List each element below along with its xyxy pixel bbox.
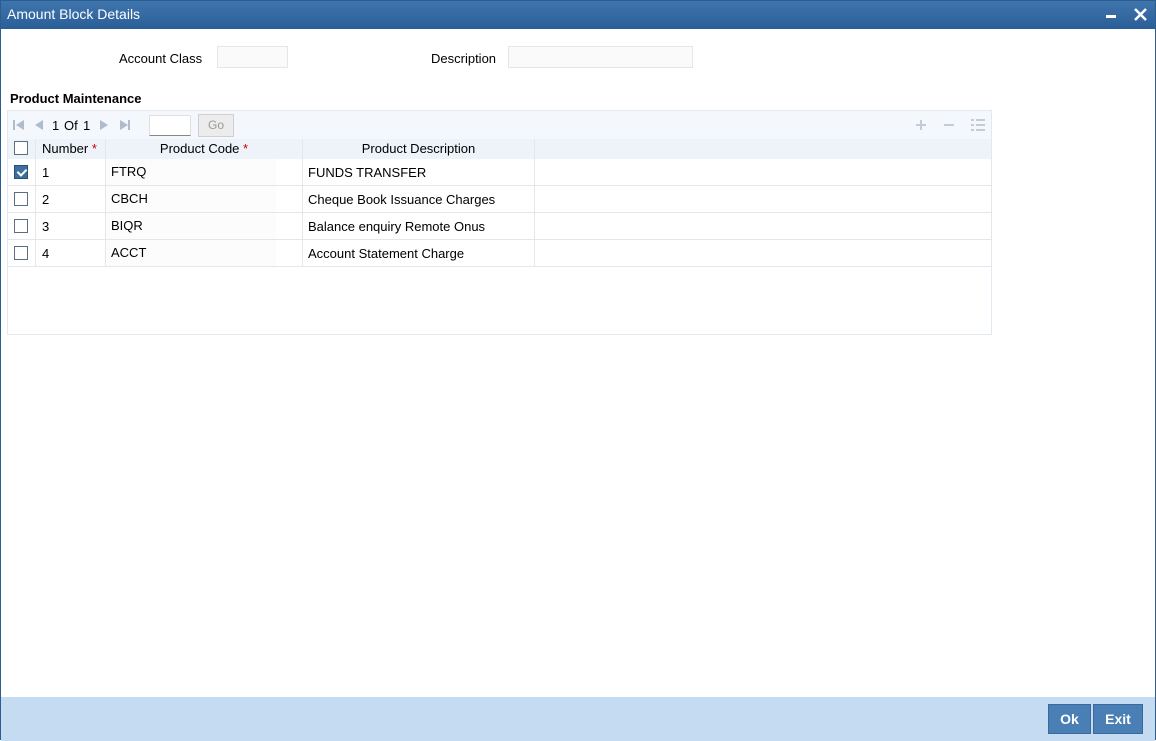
window-title: Amount Block Details: [7, 6, 141, 22]
required-marker: *: [91, 141, 97, 156]
row-divider: [991, 159, 992, 185]
last-page-icon[interactable]: [119, 119, 131, 134]
total-pages: 1: [83, 118, 91, 133]
close-icon[interactable]: [1130, 4, 1152, 26]
row-divider: [35, 213, 36, 239]
table-row[interactable]: 2 CBCH Cheque Book Issuance Charges: [8, 186, 992, 213]
previous-page-icon[interactable]: [33, 119, 45, 134]
add-row-icon[interactable]: [915, 119, 927, 134]
amount-block-details-window: Amount Block Details Account Class Descr…: [0, 0, 1156, 741]
row-checkbox[interactable]: [14, 246, 28, 260]
product-maintenance-grid: 1 Of 1 Go Number * Product Code * Produc…: [7, 110, 992, 335]
exit-button[interactable]: Exit: [1093, 704, 1143, 734]
description-label: Description: [431, 51, 497, 66]
footer-bar: Ok Exit: [1, 697, 1155, 741]
row-divider: [302, 159, 303, 185]
row-divider: [35, 240, 36, 266]
single-view-icon[interactable]: [971, 119, 985, 134]
number-header-label: Number: [42, 141, 89, 156]
product-code-input[interactable]: CBCH: [106, 186, 276, 212]
product-description: Balance enquiry Remote Onus: [308, 219, 486, 234]
product-maintenance-title: Product Maintenance: [10, 91, 142, 106]
column-header-number[interactable]: Number *: [42, 139, 97, 159]
product-code-input[interactable]: FTRQ: [106, 159, 276, 185]
header-divider: [534, 139, 535, 159]
required-marker: *: [243, 141, 249, 156]
description-input[interactable]: [508, 46, 693, 68]
row-checkbox[interactable]: [14, 219, 28, 233]
account-class-label: Account Class: [119, 51, 203, 66]
ok-button[interactable]: Ok: [1048, 704, 1091, 734]
row-checkbox[interactable]: [14, 192, 28, 206]
row-divider: [991, 240, 992, 266]
product-code-header-label: Product Code: [159, 141, 240, 156]
row-divider: [302, 213, 303, 239]
next-page-icon[interactable]: [98, 119, 110, 134]
row-number: 3: [42, 219, 50, 234]
column-header-product-code[interactable]: Product Code *: [106, 139, 302, 159]
column-header-product-description[interactable]: Product Description: [303, 139, 534, 159]
account-class-input[interactable]: [217, 46, 288, 68]
row-divider: [534, 213, 535, 239]
grid-header-row: Number * Product Code * Product Descript…: [8, 139, 991, 159]
product-description-header-label: Product Description: [361, 141, 476, 156]
select-all-checkbox[interactable]: [14, 141, 28, 155]
row-number: 2: [42, 192, 50, 207]
page-number-input[interactable]: [149, 115, 191, 136]
row-divider: [534, 240, 535, 266]
go-button[interactable]: Go: [198, 114, 234, 137]
table-row[interactable]: 4 ACCT Account Statement Charge: [8, 240, 992, 267]
grid-toolbar: 1 Of 1 Go: [8, 111, 991, 139]
minimize-icon[interactable]: [1101, 4, 1123, 26]
product-code-input[interactable]: ACCT: [106, 240, 276, 266]
first-page-icon[interactable]: [13, 119, 25, 134]
product-description: FUNDS TRANSFER: [308, 165, 427, 180]
page-of-label: Of: [64, 118, 78, 133]
row-divider: [991, 213, 992, 239]
product-code-input[interactable]: BIQR: [106, 213, 276, 239]
row-divider: [35, 186, 36, 212]
row-divider: [991, 186, 992, 212]
row-checkbox[interactable]: [14, 165, 28, 179]
table-row[interactable]: 1 FTRQ FUNDS TRANSFER: [8, 159, 992, 186]
row-divider: [35, 159, 36, 185]
table-row[interactable]: 3 BIQR Balance enquiry Remote Onus: [8, 213, 992, 240]
current-page: 1: [52, 118, 60, 133]
row-number: 1: [42, 165, 50, 180]
row-divider: [302, 240, 303, 266]
product-description: Account Statement Charge: [308, 246, 465, 261]
delete-row-icon[interactable]: [943, 119, 955, 134]
row-divider: [302, 186, 303, 212]
product-description: Cheque Book Issuance Charges: [308, 192, 496, 207]
title-bar: Amount Block Details: [1, 1, 1155, 29]
row-divider: [534, 159, 535, 185]
row-divider: [534, 186, 535, 212]
row-number: 4: [42, 246, 50, 261]
header-divider: [35, 139, 36, 159]
